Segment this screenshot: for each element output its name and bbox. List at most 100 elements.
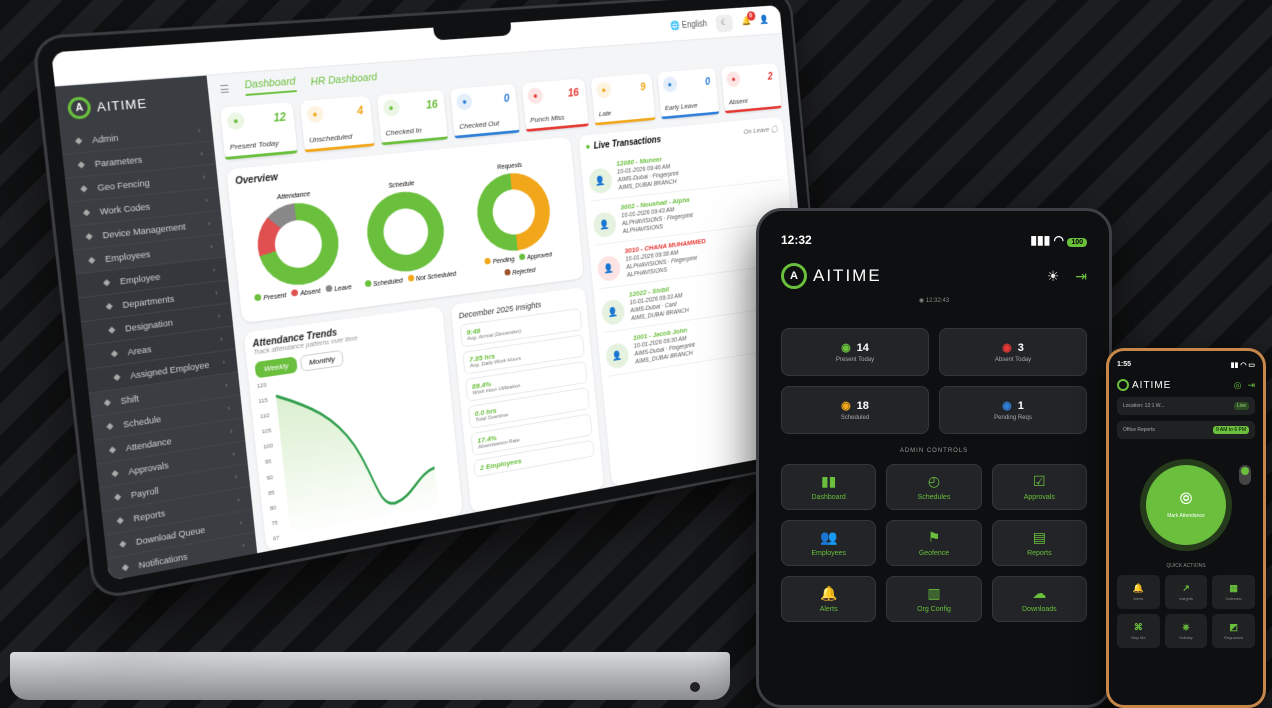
stat-card-early-leave[interactable]: ● 0 Early Leave	[657, 68, 719, 119]
attendance-chart-title: Attendance	[277, 191, 311, 201]
stat-value: 0	[503, 92, 510, 105]
chevron-right-icon: ›	[200, 149, 204, 158]
chevron-right-icon: ›	[210, 242, 214, 251]
clock-icon: ◴	[928, 473, 940, 490]
logout-icon[interactable]: ⇥	[1075, 268, 1087, 285]
tile-geofence[interactable]: ⚑ Geofence	[886, 520, 981, 566]
tab-dashboard[interactable]: Dashboard	[244, 75, 297, 95]
quick-action-calendar[interactable]: ▦ Calendar	[1212, 575, 1255, 609]
quick-action-map-me[interactable]: ⌘ Map Me	[1117, 614, 1160, 648]
sidebar-item-label: Payroll	[130, 485, 159, 499]
y-tick-label: 95	[265, 459, 275, 466]
legend-item-leave[interactable]: Leave	[326, 282, 353, 294]
tile-schedules[interactable]: ◴ Schedules	[886, 464, 981, 510]
legend-label: Rejected	[512, 267, 536, 276]
tile-employees[interactable]: 👥 Employees	[781, 520, 876, 566]
stat-card-checked-out[interactable]: ● 0 Checked Out	[450, 84, 519, 139]
y-tick-label: 90	[266, 474, 276, 481]
legend-item-not-scheduled[interactable]: Not Scheduled	[407, 269, 456, 283]
legend-item-rejected[interactable]: Rejected	[504, 266, 535, 278]
stat-card-absent[interactable]: ● 2 Absent	[721, 63, 781, 114]
employee-avatar-icon: 👤	[601, 299, 626, 327]
profile-icon[interactable]: ◎	[1234, 380, 1242, 391]
area-icon: ◆	[109, 348, 120, 360]
attendance-donut[interactable]	[254, 199, 343, 290]
stat-card-punch-miss[interactable]: ● 16 Punch Miss	[522, 78, 589, 131]
legend-item-scheduled[interactable]: Scheduled	[364, 275, 403, 288]
quick-action-insights[interactable]: ↗ Insights	[1165, 575, 1208, 609]
stat-card-unscheduled[interactable]: ● 4 Unscheduled	[299, 96, 374, 153]
tile-alerts[interactable]: 🔔 Alerts	[781, 576, 876, 622]
tablet-stat-pending-reqs[interactable]: ◉ 1 Pending Reqs	[939, 386, 1087, 434]
stat-label: Unscheduled	[309, 132, 353, 144]
mark-attendance-button[interactable]: ⦾ Mark Attendance	[1146, 465, 1226, 545]
y-tick-label: 110	[260, 413, 270, 420]
on-leave-toggle[interactable]: On Leave ◯	[743, 125, 778, 136]
stat-icon: ●	[527, 87, 544, 104]
chevron-right-icon: ›	[222, 358, 226, 367]
stat-icon: ●	[662, 76, 677, 93]
stat-value: 2	[767, 70, 773, 82]
user-profile-icon[interactable]: 👤	[759, 15, 769, 25]
notification-bell-icon[interactable]: 🔔 0	[741, 16, 751, 26]
legend-item-approved[interactable]: Approved	[519, 250, 552, 262]
schedule-chart-title: Schedule	[388, 180, 415, 189]
sidebar-item-label: Admin	[92, 132, 119, 144]
tablet-stat-absent-today[interactable]: ◉ 3 Absent Today	[939, 328, 1087, 376]
tablet-signal-icons: ▮▮▮ ◠ 100	[1030, 233, 1087, 247]
quick-actions-grid: 🔔 Alerts ↗ Insights ▦ Calendar ⌘ Map Me ⎈ Holiday…	[1117, 575, 1255, 648]
stat-card-late[interactable]: ● 9 Late	[590, 73, 655, 125]
hamburger-menu-icon[interactable]: ☰	[219, 82, 230, 95]
tablet-stat-present-today[interactable]: ◉ 14 Present Today	[781, 328, 929, 376]
tile-downloads[interactable]: ☁ Downloads	[992, 576, 1087, 622]
tile-label: Schedules	[918, 494, 951, 501]
chevron-right-icon: ›	[227, 404, 230, 413]
mode-switch[interactable]	[1239, 465, 1251, 485]
chevron-right-icon: ›	[229, 427, 232, 436]
phone-logo-text: AITIME	[1132, 380, 1171, 391]
stat-card-checked-in[interactable]: ● 16 Checked In	[376, 90, 448, 146]
quick-action-regularize[interactable]: ◩ Regularize	[1212, 614, 1255, 648]
requests-donut[interactable]	[474, 170, 554, 255]
theme-toggle-icon[interactable]: ☾	[715, 14, 733, 32]
chevron-right-icon: ›	[239, 518, 242, 527]
quick-action-holiday[interactable]: ⎈ Holiday	[1165, 614, 1208, 648]
legend-item-present[interactable]: Present	[254, 290, 286, 303]
logo-text: AITIME	[96, 95, 148, 114]
chevron-right-icon: ›	[220, 335, 224, 344]
schedule-donut[interactable]	[364, 188, 448, 276]
tablet-device: 12:32 ▮▮▮ ◠ 100 A AITIME ☀ ⇥ ◉ 12:32:43 …	[756, 208, 1112, 708]
requests-chart-title: Requests	[497, 162, 523, 171]
weekly-toggle-button[interactable]: Weekly	[254, 356, 297, 378]
stat-card-present-today[interactable]: ● 12 Present Today	[220, 102, 298, 160]
quick-action-label: Insights	[1179, 596, 1193, 601]
legend-item-pending[interactable]: Pending	[485, 255, 515, 267]
attendance-trends-panel: Attendance Trends Track attendance patte…	[244, 306, 463, 551]
stat-label: Checked In	[385, 126, 422, 138]
transaction-info: 12022 - Shibil 10-01-2026 09:33 AM AIMS-Du…	[629, 283, 690, 322]
tab-hr-dashboard[interactable]: HR Dashboard	[310, 72, 378, 88]
tablet-stat-value: 1	[1018, 400, 1024, 412]
sidebar-item-label: Schedule	[123, 414, 162, 430]
language-selector[interactable]: 🌐 English	[670, 19, 708, 31]
employee-avatar-icon: 👤	[605, 342, 630, 370]
stat-icon: ●	[726, 71, 741, 87]
tile-dashboard[interactable]: ▮▮ Dashboard	[781, 464, 876, 510]
notification-count: 0	[746, 11, 755, 21]
monthly-toggle-button[interactable]: Monthly	[300, 350, 344, 372]
tile-org-config[interactable]: ▥ Org Config	[886, 576, 981, 622]
shift-text: Office Reports	[1123, 427, 1155, 433]
tile-reports[interactable]: ▤ Reports	[992, 520, 1087, 566]
brightness-icon[interactable]: ☀	[1047, 268, 1060, 285]
phone-logout-icon[interactable]: ⇥	[1247, 380, 1255, 391]
sidebar-item-label: Employee	[119, 271, 160, 286]
users-icon: ◉	[841, 341, 851, 354]
tablet-stat-label: Present Today	[836, 357, 874, 363]
employee-avatar-icon: 👤	[596, 255, 621, 282]
legend-item-absent[interactable]: Absent	[291, 286, 321, 298]
legend-label: Pending	[492, 256, 514, 265]
quick-action-alerts[interactable]: 🔔 Alerts	[1117, 575, 1160, 609]
tile-approvals[interactable]: ☑ Approvals	[992, 464, 1087, 510]
tile-label: Downloads	[1022, 606, 1057, 613]
tablet-stat-scheduled[interactable]: ◉ 18 Scheduled	[781, 386, 929, 434]
